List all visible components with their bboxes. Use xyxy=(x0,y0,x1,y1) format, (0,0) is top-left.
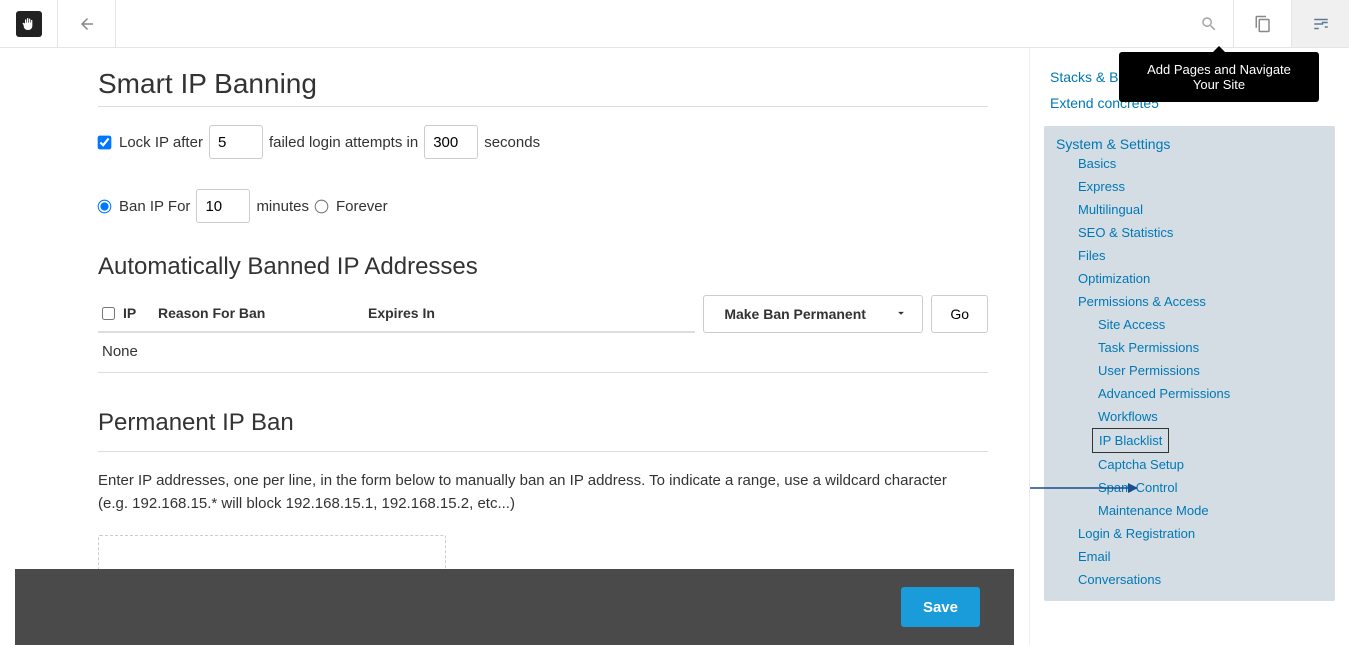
lock-ip-label-2: failed login attempts in xyxy=(269,134,418,151)
col-ip: IP xyxy=(123,305,136,321)
table-header: IP Reason For Ban Expires In xyxy=(98,295,695,333)
sidebar-item-spam[interactable]: Spam Control xyxy=(1092,476,1329,499)
select-all-checkbox[interactable] xyxy=(102,307,115,320)
ban-minutes-input[interactable] xyxy=(196,189,250,223)
attempts-input[interactable] xyxy=(209,125,263,159)
sidebar-item-email[interactable]: Email xyxy=(1072,545,1329,568)
sidebar-group-title[interactable]: System & Settings xyxy=(1050,132,1176,156)
ban-action-select[interactable]: Make Ban Permanent xyxy=(703,295,923,333)
sidebar-item-user-permissions[interactable]: User Permissions xyxy=(1092,359,1329,382)
sidebar-item-files[interactable]: Files xyxy=(1072,244,1329,267)
sidebar-group-system: System & Settings Basics Express Multili… xyxy=(1044,126,1335,601)
sidebar-item-adv-permissions[interactable]: Advanced Permissions xyxy=(1092,382,1329,405)
footer-bar: Save xyxy=(15,569,1014,645)
lock-ip-row: Lock IP after failed login attempts in s… xyxy=(98,125,988,159)
sidebar-item-permissions[interactable]: Permissions & Access xyxy=(1072,290,1329,313)
sidebar-item-workflows[interactable]: Workflows xyxy=(1092,405,1329,428)
sidebar: Stacks & Bl Extend concrete5 System & Se… xyxy=(1029,48,1349,645)
sidebar-item-captcha[interactable]: Captcha Setup xyxy=(1092,453,1329,476)
back-button[interactable] xyxy=(58,0,116,47)
auto-banned-title: Automatically Banned IP Addresses xyxy=(98,253,988,281)
go-button[interactable]: Go xyxy=(931,295,988,333)
forever-label: Forever xyxy=(336,198,388,215)
sidebar-item-site-access[interactable]: Site Access xyxy=(1092,313,1329,336)
forever-radio[interactable] xyxy=(315,199,329,213)
tooltip: Add Pages and Navigate Your Site xyxy=(1119,52,1319,102)
page-title: Smart IP Banning xyxy=(98,68,988,100)
table-row-none: None xyxy=(98,333,988,373)
minutes-label: minutes xyxy=(256,198,309,215)
lock-ip-label-3: seconds xyxy=(484,134,540,151)
perm-ban-title: Permanent IP Ban xyxy=(98,409,988,437)
sidebar-item-login[interactable]: Login & Registration xyxy=(1072,522,1329,545)
lock-ip-checkbox[interactable] xyxy=(98,135,112,149)
sliders-icon xyxy=(1312,15,1330,33)
sidebar-item-ip-blacklist[interactable]: IP Blacklist xyxy=(1092,428,1169,453)
sidebar-item-basics[interactable]: Basics xyxy=(1072,152,1329,175)
ban-for-row: Ban IP For minutes Forever xyxy=(98,189,988,223)
hand-icon xyxy=(16,11,42,37)
lock-ip-label-1: Lock IP after xyxy=(119,134,203,151)
sidebar-item-multilingual[interactable]: Multilingual xyxy=(1072,198,1329,221)
main-content: Smart IP Banning Lock IP after failed lo… xyxy=(0,48,1029,645)
seconds-input[interactable] xyxy=(424,125,478,159)
perm-ban-help: Enter IP addresses, one per line, in the… xyxy=(98,470,958,515)
sidebar-item-express[interactable]: Express xyxy=(1072,175,1329,198)
save-button[interactable]: Save xyxy=(901,587,980,627)
settings-button[interactable] xyxy=(1291,0,1349,47)
topbar: Add Pages and Navigate Your Site xyxy=(0,0,1349,48)
ban-for-label: Ban IP For xyxy=(119,198,190,215)
chevron-down-icon xyxy=(894,306,908,323)
sidebar-item-task-permissions[interactable]: Task Permissions xyxy=(1092,336,1329,359)
search-button[interactable] xyxy=(1185,0,1233,47)
sidebar-item-maintenance[interactable]: Maintenance Mode xyxy=(1092,499,1329,522)
sidebar-item-seo[interactable]: SEO & Statistics xyxy=(1072,221,1329,244)
sidebar-item-optimization[interactable]: Optimization xyxy=(1072,267,1329,290)
col-expires: Expires In xyxy=(368,305,528,321)
ban-for-radio[interactable] xyxy=(98,199,112,213)
arrow-left-icon xyxy=(78,15,96,33)
pages-icon xyxy=(1254,15,1272,33)
sitemap-button[interactable] xyxy=(1233,0,1291,47)
cms-logo[interactable] xyxy=(0,0,58,47)
sidebar-item-conversations[interactable]: Conversations xyxy=(1072,568,1329,591)
search-icon xyxy=(1200,15,1218,33)
col-reason: Reason For Ban xyxy=(158,305,368,321)
